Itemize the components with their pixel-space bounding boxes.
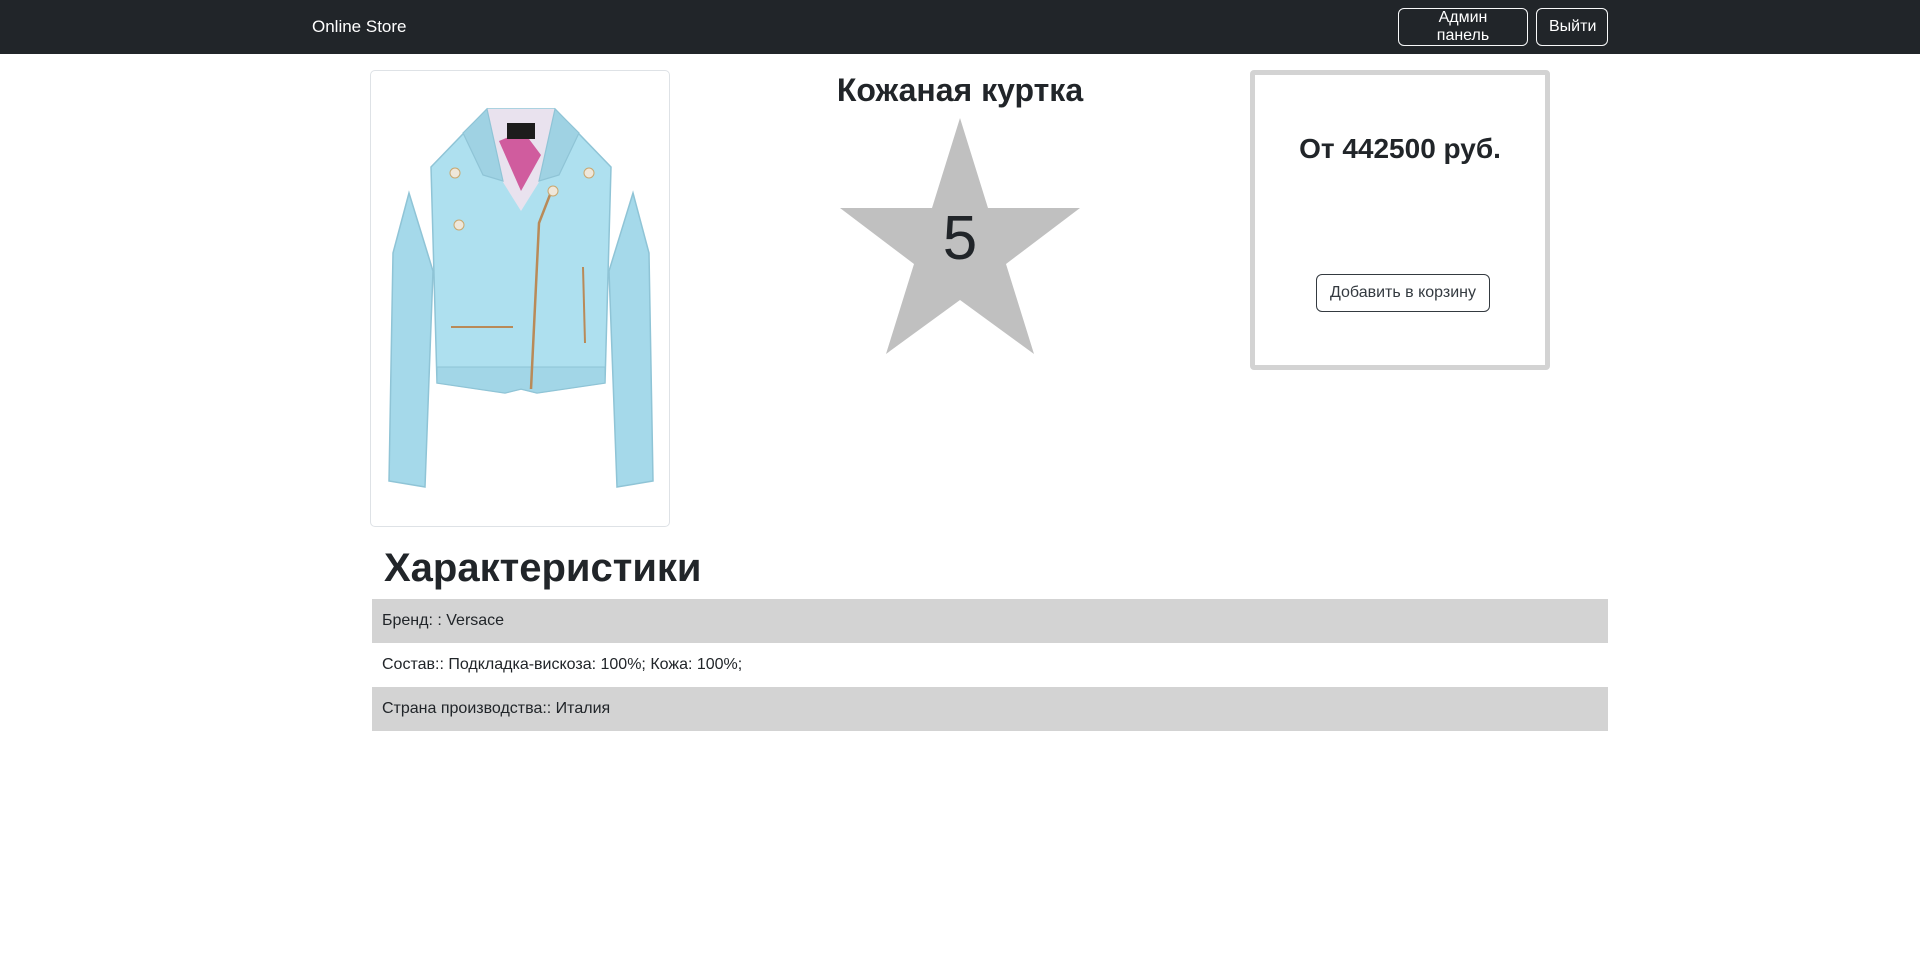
navbar: Online Store Админ панель Выйти (0, 0, 1920, 54)
price-card: От 442500 руб. Добавить в корзину (1250, 70, 1550, 370)
specs-heading: Характеристики (384, 546, 702, 590)
price-text: От 442500 руб. (1299, 133, 1501, 164)
rating-value: 5 (942, 204, 978, 273)
spec-row-country: Страна производства:: Италия (372, 687, 1608, 731)
rating-star: 5 (840, 118, 1080, 356)
product-image (370, 70, 670, 527)
add-to-cart-button[interactable]: Добавить в корзину (1316, 274, 1490, 312)
product-title: Кожаная куртка (836, 72, 1084, 108)
admin-panel-button[interactable]: Админ панель (1398, 8, 1528, 46)
spec-row-composition: Состав:: Подкладка-вискоза: 100%; Кожа: … (382, 656, 743, 673)
specs-list: Бренд: : Versace Состав:: Подкладка-виск… (372, 599, 1608, 731)
jacket-illustration (388, 107, 654, 488)
brand-link[interactable]: Online Store (312, 17, 407, 37)
logout-button[interactable]: Выйти (1536, 8, 1608, 46)
spec-row-brand: Бренд: : Versace (372, 599, 1608, 643)
